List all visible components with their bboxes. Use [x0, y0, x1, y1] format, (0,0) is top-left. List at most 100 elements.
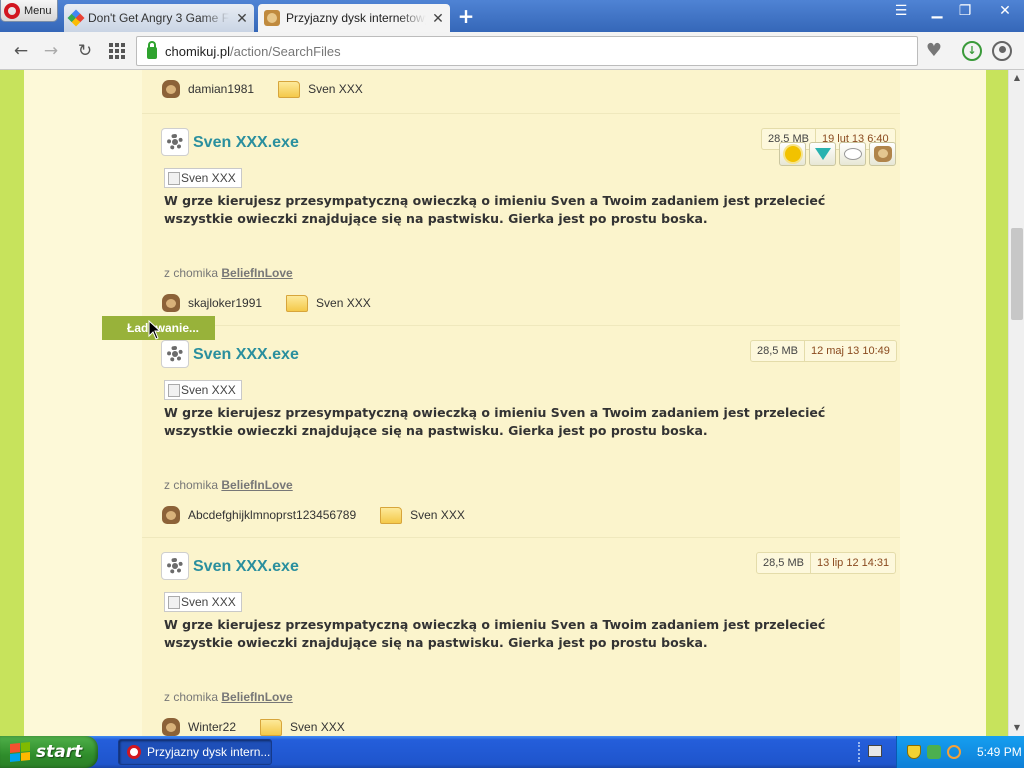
scroll-thumb[interactable] [1011, 228, 1023, 320]
opera-icon [127, 745, 141, 759]
file-type-gear-icon [161, 128, 189, 156]
windows-taskbar: start Przyjazny dysk intern... 5:49 PM [0, 736, 1024, 768]
thumbnail-image[interactable]: Sven XXX [164, 380, 242, 400]
taskbar-window-title: Przyjazny dysk intern... [147, 745, 271, 759]
file-date: 13 lip 12 14:31 [816, 557, 890, 569]
user-account-icon[interactable] [992, 41, 1012, 61]
left-green-border [0, 70, 24, 736]
opera-logo-icon [4, 2, 20, 19]
hamster-avatar-icon [162, 718, 180, 736]
thumbnail-image[interactable]: Sven XXX [164, 168, 242, 188]
owner-row: skajloker1991 Sven XXX [162, 294, 371, 312]
file-description: W grze kierujesz przesympatyczną owieczk… [164, 193, 826, 226]
from-user-link[interactable]: BeliefInLove [221, 690, 292, 704]
close-tab-icon[interactable]: ✕ [236, 10, 248, 27]
tab-chomikuj[interactable]: Przyjazny dysk internetowy – Cho ✕ [258, 4, 450, 32]
page-scrollbar[interactable]: ▲ ▼ [1008, 70, 1024, 736]
site-favicon-icon [67, 9, 85, 27]
start-label: start [36, 742, 83, 762]
scroll-down-arrow-icon[interactable]: ▼ [1009, 720, 1024, 736]
system-clock[interactable]: 5:49 PM [977, 745, 1022, 759]
owner-link[interactable]: skajloker1991 [188, 296, 262, 310]
from-prefix: z chomika [164, 266, 219, 280]
folder-link[interactable]: Sven XXX [410, 508, 465, 522]
search-result: Sven XXX.exe 28,5 MB 13 lip 12 14:31 Sve… [142, 538, 900, 736]
address-bar[interactable]: chomikuj.pl/action/SearchFiles [136, 36, 918, 66]
search-tray-icon[interactable] [947, 745, 961, 759]
url-text[interactable]: chomikuj.pl/action/SearchFiles [165, 44, 341, 59]
security-shield-icon[interactable] [907, 745, 921, 759]
chomikuj-favicon-icon [264, 10, 280, 26]
file-title-link[interactable]: Sven XXX.exe [193, 134, 299, 152]
reload-icon[interactable]: ↻ [74, 40, 96, 62]
search-results: damian1981 Sven XXX Sven XXX.exe 28,5 MB… [142, 70, 900, 736]
owner-link[interactable]: Abcdefghijklmnoprst123456789 [188, 508, 356, 522]
folder-link[interactable]: Sven XXX [308, 82, 363, 96]
file-title-link[interactable]: Sven XXX.exe [193, 346, 299, 364]
owner-row: Abcdefghijklmnoprst123456789 Sven XXX [162, 506, 465, 524]
folder-link[interactable]: Sven XXX [290, 720, 345, 734]
back-arrow-icon[interactable]: ← [10, 40, 32, 62]
file-type-gear-icon [161, 340, 189, 368]
thumbnail-image[interactable]: Sven XXX [164, 592, 242, 612]
file-date: 12 maj 13 10:49 [810, 345, 890, 357]
file-type-gear-icon [161, 552, 189, 580]
tab-menu-icon[interactable]: ☰ [890, 2, 912, 20]
comment-bubble-icon[interactable] [839, 142, 866, 166]
hamster-avatar-icon [162, 80, 180, 98]
start-button[interactable]: start [0, 736, 98, 768]
menu-label: Menu [24, 4, 52, 17]
forward-arrow-icon[interactable]: → [40, 40, 62, 62]
from-line: z chomika BeliefInLove [164, 478, 293, 492]
keyboard-layout-icon[interactable] [868, 745, 882, 757]
secure-lock-icon[interactable] [147, 40, 157, 59]
download-icon[interactable]: ↓ [962, 41, 982, 61]
from-line: z chomika BeliefInLove [164, 266, 293, 280]
system-tray: 5:49 PM [896, 736, 1024, 768]
minimize-icon[interactable]: ▁ [926, 2, 948, 20]
from-user-link[interactable]: BeliefInLove [221, 478, 292, 492]
from-line: z chomika BeliefInLove [164, 690, 293, 704]
star-icon[interactable] [779, 142, 806, 166]
scroll-up-arrow-icon[interactable]: ▲ [1009, 70, 1024, 86]
right-green-border [986, 70, 1008, 736]
speed-dial-grid-icon[interactable] [106, 40, 128, 62]
page-column: damian1981 Sven XXX Sven XXX.exe 28,5 MB… [24, 70, 986, 736]
from-user-link[interactable]: BeliefInLove [221, 266, 292, 280]
tab-dont-get-angry[interactable]: Don't Get Angry 3 Game Free ✕ [64, 4, 254, 32]
network-icon[interactable] [927, 745, 941, 759]
download-arrow-icon[interactable] [809, 142, 836, 166]
taskbar-separator [858, 742, 860, 762]
tab-bar: Menu Don't Get Angry 3 Game Free ✕ Przyj… [0, 0, 1024, 32]
file-actions [779, 142, 896, 166]
folder-icon [260, 718, 283, 736]
opera-menu-button[interactable]: Menu [0, 0, 58, 22]
close-window-icon[interactable]: ✕ [994, 2, 1016, 20]
file-description: W grze kierujesz przesympatyczną owieczk… [164, 617, 826, 650]
search-result: Sven XXX.exe 28,5 MB 12 maj 13 10:49 Sve… [142, 326, 900, 538]
from-prefix: z chomika [164, 690, 219, 704]
file-description: W grze kierujesz przesympatyczną owieczk… [164, 405, 826, 438]
file-meta: 28,5 MB 13 lip 12 14:31 [756, 552, 897, 574]
file-title-link[interactable]: Sven XXX.exe [193, 558, 299, 576]
hamster-copy-icon[interactable] [869, 142, 896, 166]
file-meta: 28,5 MB 12 maj 13 10:49 [750, 340, 897, 362]
owner-row: damian1981 Sven XXX [162, 80, 363, 98]
maximize-icon[interactable]: ❐ [954, 2, 976, 20]
search-result: Sven XXX.exe 28,5 MB 19 lut 13 6:40 Sven… [142, 114, 900, 326]
file-size: 28,5 MB [751, 341, 805, 361]
owner-link[interactable]: damian1981 [188, 82, 254, 96]
close-tab-icon[interactable]: ✕ [432, 10, 444, 27]
stash-heart-icon[interactable]: ♥ [924, 41, 944, 61]
page-viewport: damian1981 Sven XXX Sven XXX.exe 28,5 MB… [0, 70, 1008, 736]
folder-icon [286, 294, 309, 312]
mouse-cursor-icon [148, 320, 162, 340]
taskbar-opera-window[interactable]: Przyjazny dysk intern... [118, 739, 272, 765]
folder-link[interactable]: Sven XXX [316, 296, 371, 310]
owner-row: Winter22 Sven XXX [162, 718, 345, 736]
owner-link[interactable]: Winter22 [188, 720, 236, 734]
new-tab-plus-icon[interactable]: + [456, 6, 476, 26]
tab-title: Don't Get Angry 3 Game Free [88, 11, 230, 25]
hamster-avatar-icon [162, 294, 180, 312]
folder-icon [380, 506, 403, 524]
